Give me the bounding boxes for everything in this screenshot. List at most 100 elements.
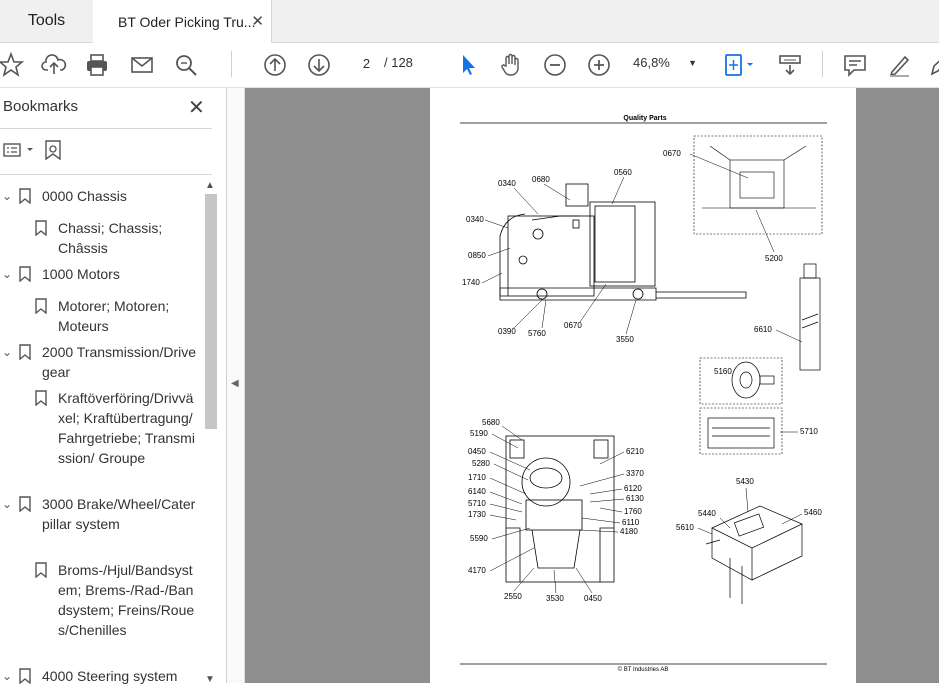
svg-text:0390: 0390	[498, 327, 516, 336]
find-icon[interactable]	[173, 52, 199, 78]
bookmark-icon	[35, 562, 47, 583]
next-page-icon[interactable]	[306, 52, 332, 78]
bookmark-item[interactable]: ⌄ 0000 Chassis	[2, 186, 202, 206]
bookmark-item[interactable]: ⌄ 4000 Steering system	[2, 666, 202, 686]
zoom-select[interactable]: 46,8% ▼	[633, 51, 701, 75]
bookmark-item[interactable]: Broms-/Hjul/Bandsystem; Brems-/Rad-/Band…	[35, 560, 200, 640]
chevron-down-icon[interactable]: ⌄	[2, 494, 12, 514]
bookmarks-title: Bookmarks	[3, 98, 79, 115]
document-page: Quality Parts © BT Industries AB 0340 06…	[430, 88, 856, 683]
motor-drawing	[702, 145, 816, 209]
bookmark-item[interactable]: Motorer; Motoren; Moteurs	[35, 296, 198, 336]
star-icon[interactable]	[0, 51, 25, 78]
chevron-down-icon: ▼	[688, 58, 697, 68]
svg-text:3550: 3550	[616, 335, 634, 344]
scrollbar-thumb[interactable]	[205, 194, 217, 429]
controller-part-labels: 5430 5440 5610 5460	[676, 477, 822, 532]
battery-drawing	[707, 417, 775, 449]
tab-bar: Tools BT Oder Picking Tru... ✕	[0, 0, 939, 43]
fit-page-icon[interactable]	[722, 52, 758, 78]
zoom-out-icon[interactable]	[542, 52, 568, 78]
bookmark-item[interactable]: ⌄ 2000 Transmission/Drive gear	[2, 342, 202, 382]
toolbar-divider	[231, 51, 232, 77]
bookmark-icon	[19, 496, 31, 517]
chevron-down-icon[interactable]: ⌄	[2, 264, 12, 284]
label: 6610	[754, 325, 772, 334]
options-menu-icon[interactable]	[3, 143, 33, 157]
svg-text:3370: 3370	[626, 469, 644, 478]
divider	[0, 174, 212, 175]
parts-diagram: Quality Parts © BT Industries AB 0340 06…	[460, 115, 827, 673]
hand-tool-icon[interactable]	[498, 52, 524, 78]
svg-text:4180: 4180	[620, 527, 638, 536]
svg-text:5190: 5190	[470, 429, 488, 438]
svg-text:1740: 1740	[462, 278, 480, 287]
bookmark-label: 2000 Transmission/Drive gear	[42, 344, 197, 380]
bookmark-item[interactable]: ⌄ 3000 Brake/Wheel/Caterpillar system	[2, 494, 202, 534]
svg-text:6130: 6130	[626, 494, 644, 503]
divider	[0, 128, 212, 129]
bookmark-tools	[3, 138, 63, 169]
page-number-input[interactable]: 2	[352, 51, 381, 77]
chassis-top-view	[505, 435, 615, 583]
email-icon[interactable]	[129, 52, 155, 78]
leader-lines	[481, 176, 637, 335]
bookmark-label: Motorer; Motoren; Moteurs	[58, 298, 170, 334]
tab-document[interactable]: BT Oder Picking Tru... ✕	[93, 0, 272, 43]
bookmark-item[interactable]: ⌄ 1000 Motors	[2, 264, 202, 284]
svg-text:0340: 0340	[466, 215, 484, 224]
bookmark-label: 4000 Steering system	[42, 668, 178, 684]
svg-text:4170: 4170	[468, 566, 486, 575]
label: 5200	[765, 254, 783, 263]
bookmark-label: 0000 Chassis	[42, 188, 127, 204]
draw-icon[interactable]	[928, 52, 939, 78]
bookmark-icon	[35, 390, 47, 411]
collapse-panel-icon[interactable]: ◀	[231, 378, 239, 389]
chevron-down-icon[interactable]: ⌄	[2, 186, 12, 206]
highlight-pen-icon[interactable]	[886, 52, 912, 78]
select-cursor-icon[interactable]	[455, 52, 481, 78]
svg-text:6140: 6140	[468, 487, 486, 496]
scroll-mode-icon[interactable]	[777, 52, 803, 78]
bookmark-search-icon[interactable]	[45, 140, 61, 161]
tab-close-icon[interactable]: ✕	[251, 12, 264, 30]
bookmark-item[interactable]: Chassi; Chassis; Châssis	[35, 218, 198, 258]
svg-text:5590: 5590	[470, 534, 488, 543]
tab-tools[interactable]: Tools	[0, 0, 94, 42]
scroll-up-icon[interactable]: ▲	[205, 180, 215, 191]
truck-part-labels: 0340 0680 0560 0340 0850 1740 0390 5760 …	[462, 168, 634, 344]
bookmarks-scrollbar[interactable]: ▲ ▼	[203, 180, 217, 685]
wheel-drawing	[731, 361, 775, 399]
chevron-down-icon[interactable]: ⌄	[2, 342, 12, 362]
previous-page-icon[interactable]	[262, 52, 288, 78]
bookmark-label: Broms-/Hjul/Bandsystem; Brems-/Rad-/Band…	[58, 562, 195, 638]
scroll-down-icon[interactable]: ▼	[205, 674, 215, 685]
svg-text:0850: 0850	[468, 251, 486, 260]
toolbar-divider	[822, 51, 823, 77]
svg-text:5610: 5610	[676, 523, 694, 532]
svg-text:5760: 5760	[528, 329, 546, 338]
cloud-upload-icon[interactable]	[41, 52, 67, 78]
svg-text:0340: 0340	[498, 179, 516, 188]
print-icon[interactable]	[84, 52, 110, 78]
svg-text:1760: 1760	[624, 507, 642, 516]
svg-text:5440: 5440	[698, 509, 716, 518]
chevron-down-icon[interactable]: ⌄	[2, 666, 12, 686]
tab-document-title: BT Oder Picking Tru...	[118, 13, 256, 30]
controller-drawing	[705, 505, 803, 604]
bookmark-label: Chassi; Chassis; Châssis	[58, 220, 163, 256]
zoom-in-icon[interactable]	[586, 52, 612, 78]
bookmark-item[interactable]: Kraftöverföring/Drivväxel; Kraftübertrag…	[35, 388, 200, 468]
bookmarks-panel: Bookmarks ✕ ⌄ 0000 Chassis Chassi; Chass…	[0, 88, 227, 686]
comment-icon[interactable]	[842, 52, 868, 78]
svg-text:6110: 6110	[622, 518, 640, 527]
bookmark-icon	[19, 668, 31, 689]
close-panel-icon[interactable]: ✕	[188, 95, 205, 120]
panel-splitter[interactable]: ◀	[227, 88, 245, 683]
truck-drawing	[499, 183, 747, 301]
svg-text:6120: 6120	[624, 484, 642, 493]
svg-text:0670: 0670	[564, 321, 582, 330]
svg-text:5280: 5280	[472, 459, 490, 468]
bookmark-label: Kraftöverföring/Drivväxel; Kraftübertrag…	[58, 390, 195, 466]
svg-text:5710: 5710	[468, 499, 486, 508]
